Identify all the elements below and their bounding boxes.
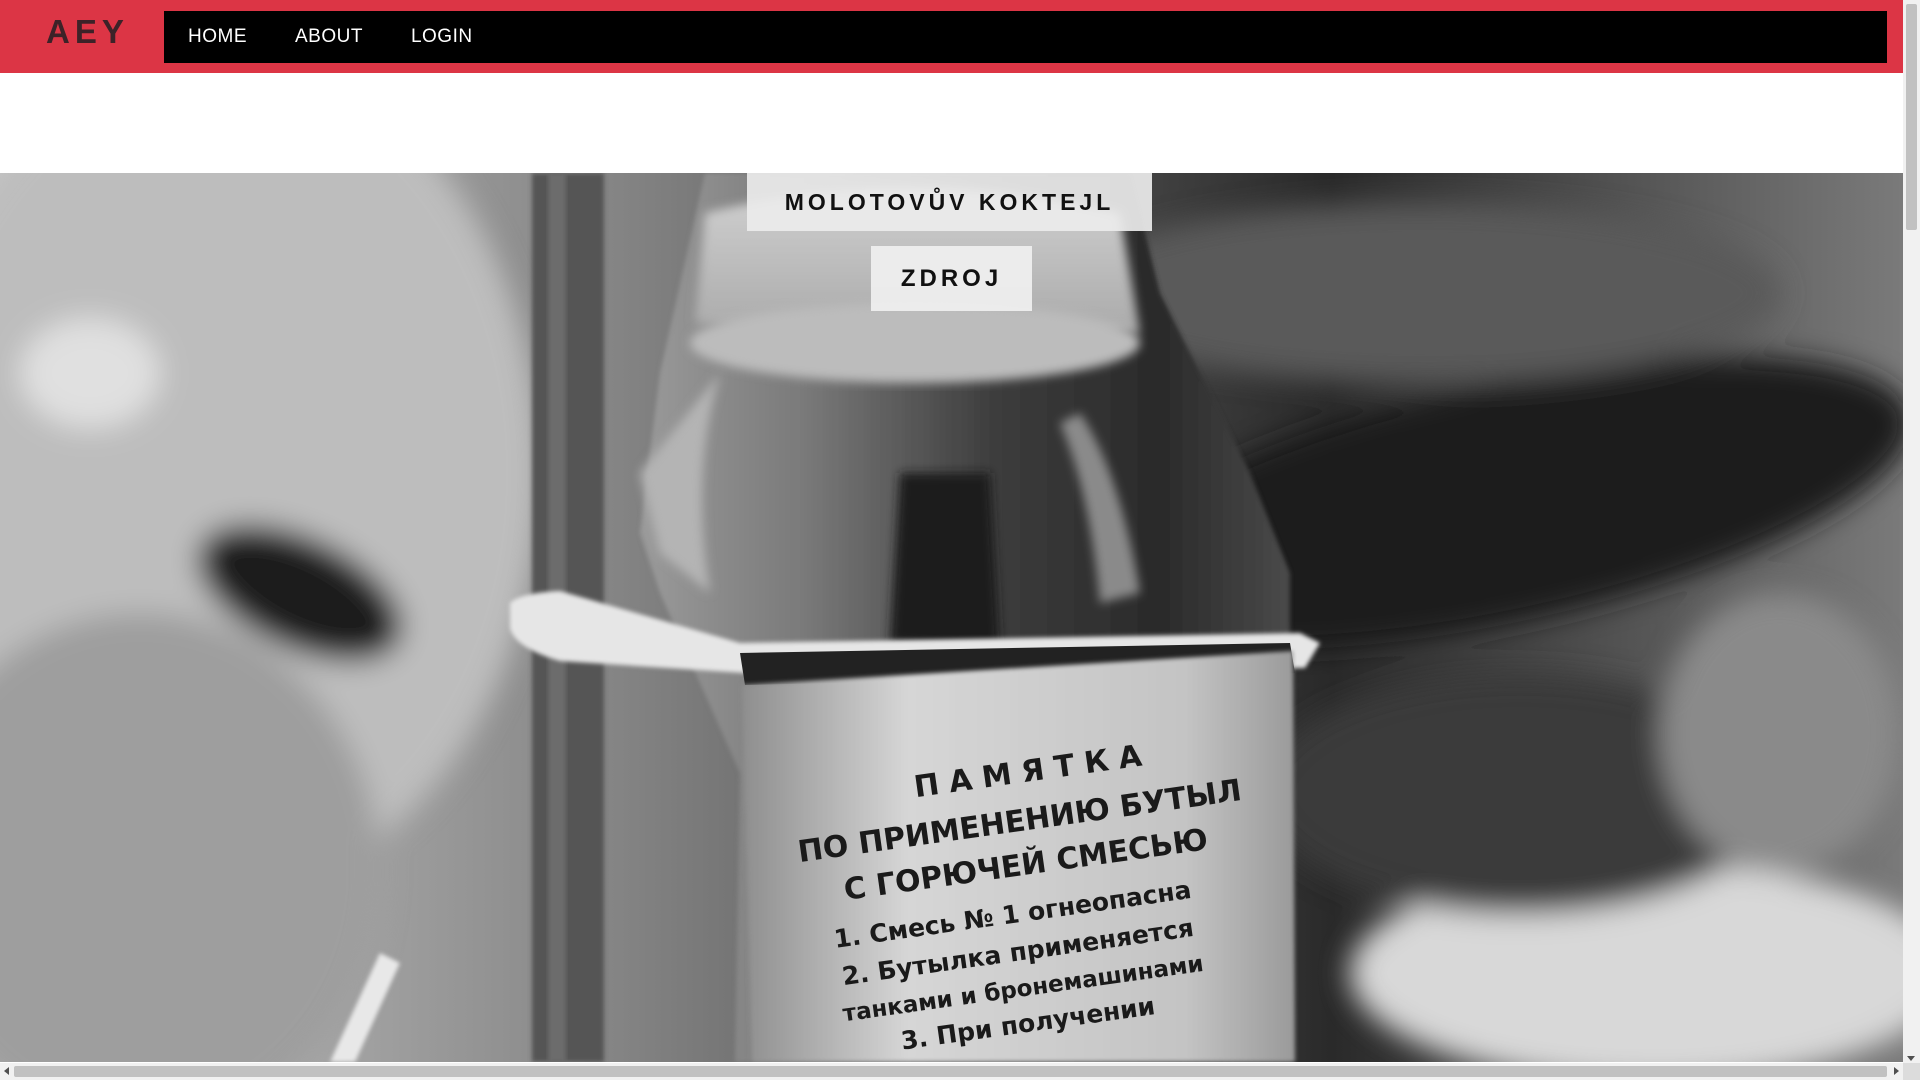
hero-title: MOLOTOVŮV KOKTEJL	[747, 173, 1152, 231]
source-button[interactable]: ZDROJ	[871, 246, 1032, 311]
scroll-right-arrow-icon[interactable]	[1894, 1067, 1899, 1075]
top-header: AEY HOME ABOUT LOGIN	[0, 0, 1903, 73]
page: AEY HOME ABOUT LOGIN ПАМЯТКА ПО ПРИМЕНЕН…	[0, 0, 1920, 1080]
nav-login-link[interactable]: LOGIN	[411, 11, 473, 63]
nav-home-link[interactable]: HOME	[188, 11, 247, 63]
horizontal-scroll-thumb[interactable]	[14, 1066, 1887, 1077]
vertical-scroll-thumb[interactable]	[1906, 4, 1917, 230]
horizontal-scrollbar[interactable]	[0, 1063, 1903, 1080]
nav-about-link[interactable]: ABOUT	[295, 11, 363, 63]
brand-logo[interactable]: AEY	[46, 12, 129, 52]
scrollbar-corner	[1903, 1063, 1920, 1080]
scroll-down-arrow-icon[interactable]	[1907, 1056, 1915, 1061]
vertical-scrollbar[interactable]	[1903, 0, 1920, 1063]
main-navbar: HOME ABOUT LOGIN	[164, 11, 1887, 63]
scroll-left-arrow-icon[interactable]	[4, 1067, 9, 1075]
